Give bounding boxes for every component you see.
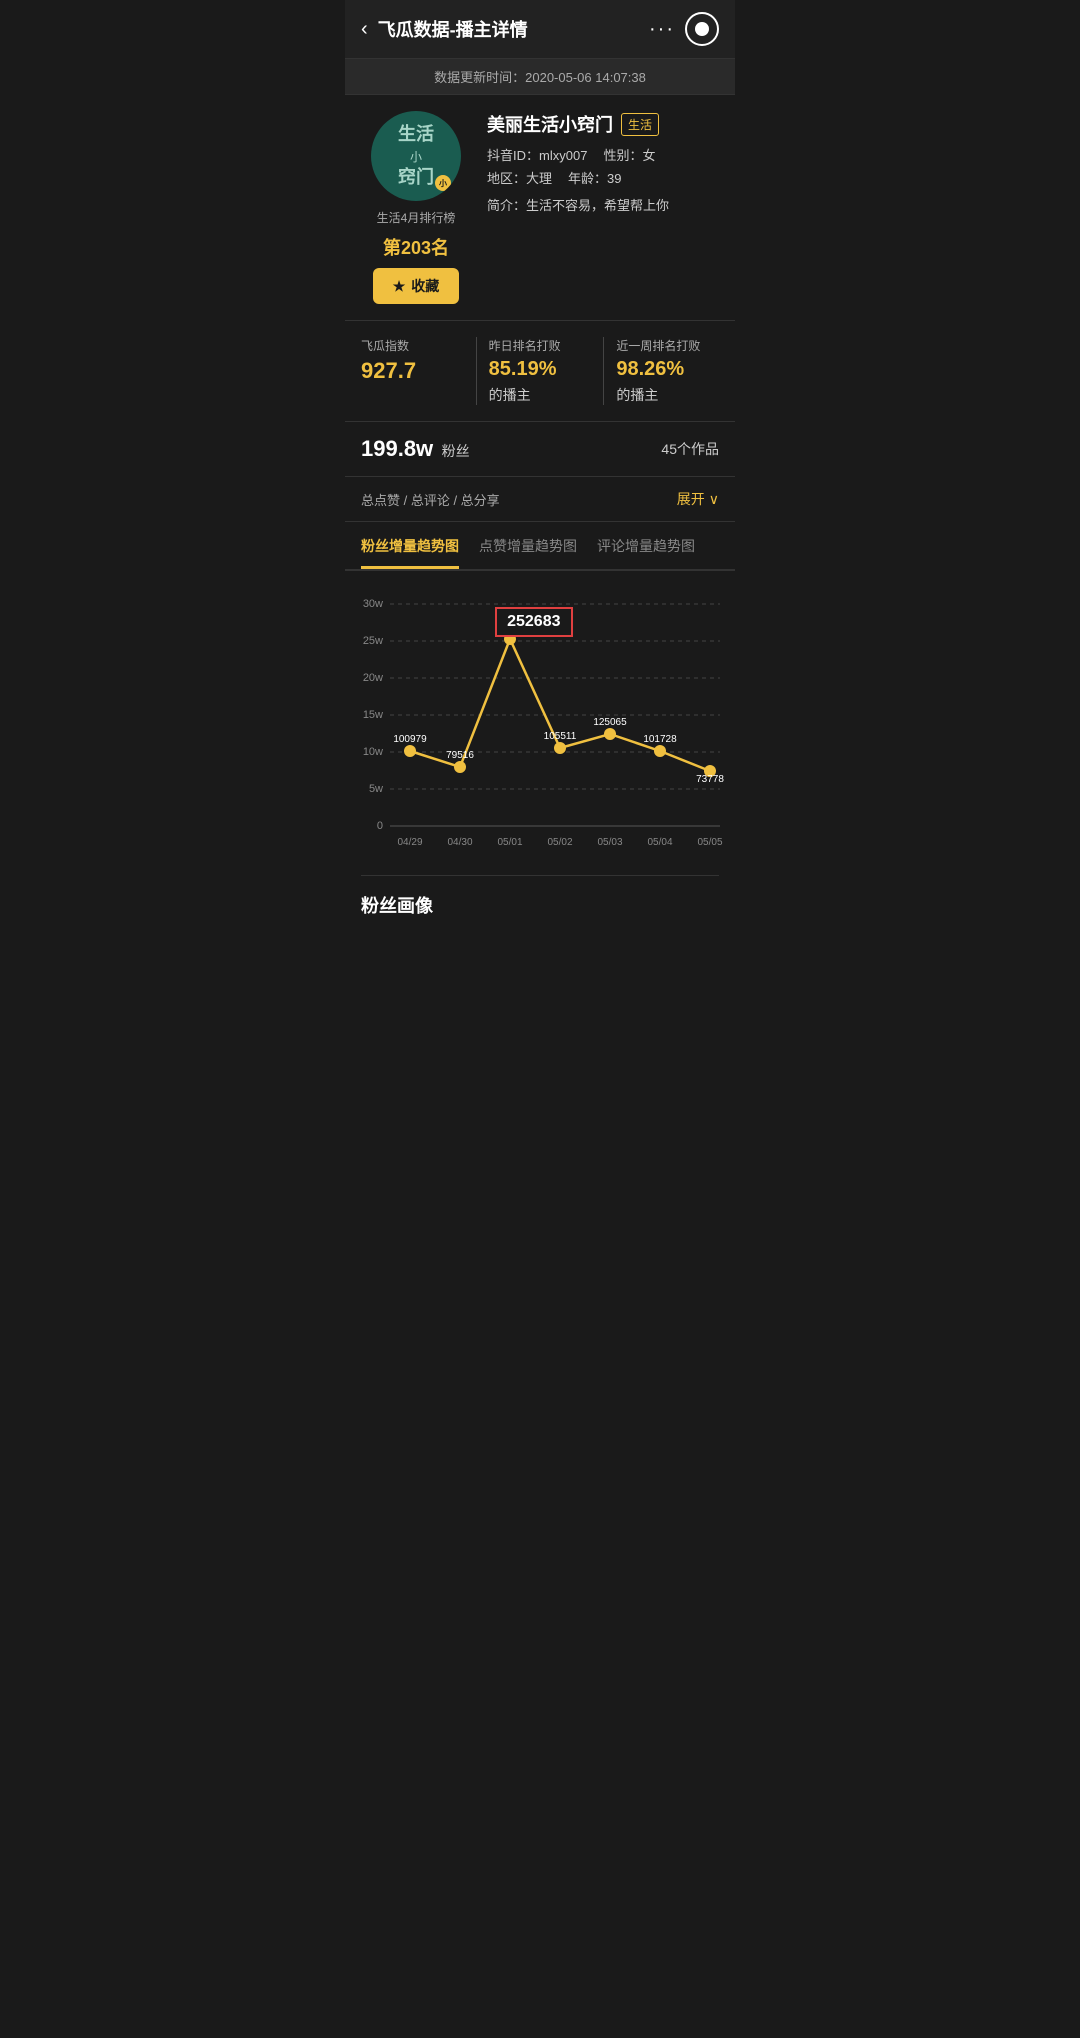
data-point-2 <box>504 633 516 645</box>
svg-text:05/05: 05/05 <box>697 837 722 848</box>
data-point-4 <box>604 728 616 740</box>
rank-number: 第203名 <box>383 234 449 260</box>
feigua-index: 飞瓜指数 927.7 <box>361 337 477 405</box>
rank-label: 生活4月排行榜 <box>377 209 456 226</box>
yesterday-ranking: 昨日排名打败 85.19% 的播主 <box>489 337 605 405</box>
yesterday-value: 85.19% <box>489 358 557 381</box>
star-icon: ★ <box>393 278 406 295</box>
week-ranking: 近一周排名打败 98.26% 的播主 <box>616 337 719 405</box>
line-chart: 252683 30w 25w 20w 15w 10w 5w 0 <box>353 587 727 867</box>
chart-area: 252683 30w 25w 20w 15w 10w 5w 0 <box>345 571 735 875</box>
svg-text:125065: 125065 <box>593 717 627 728</box>
category-tag: 生活 <box>621 113 659 136</box>
stats-row: 飞瓜指数 927.7 昨日排名打败 85.19% 的播主 近一周排名打败 98.… <box>345 321 735 422</box>
profile-section: 生活 小 窍门 小 生活4月排行榜 第203名 ★ 收藏 美丽生活小窍门 生活 … <box>345 95 735 321</box>
yesterday-suffix: 的播主 <box>489 385 531 405</box>
data-point-3 <box>554 742 566 754</box>
header-left: ‹ 飞瓜数据-播主详情 <box>361 16 528 42</box>
collect-button[interactable]: ★ 收藏 <box>373 268 460 304</box>
gender: 性别：女 <box>603 145 655 164</box>
tab-fans-trend[interactable]: 粉丝增量趋势图 <box>361 536 459 569</box>
update-time-text: 数据更新时间：2020-05-06 14:07:38 <box>434 70 646 85</box>
name-row: 美丽生活小窍门 生活 <box>487 111 719 137</box>
svg-text:05/02: 05/02 <box>547 837 572 848</box>
svg-text:05/01: 05/01 <box>497 837 522 848</box>
page-title: 飞瓜数据-播主详情 <box>378 16 528 42</box>
svg-text:100979: 100979 <box>393 734 427 745</box>
profile-right: 美丽生活小窍门 生活 抖音ID：mlxy007 性别：女 地区：大理 年龄：39… <box>487 111 719 304</box>
avatar-dot-icon: 小 <box>439 178 447 189</box>
age: 年龄：39 <box>568 168 621 187</box>
region: 地区：大理 <box>487 168 552 187</box>
tab-likes-trend[interactable]: 点赞增量趋势图 <box>479 536 577 569</box>
app-header: ‹ 飞瓜数据-播主详情 ··· <box>345 0 735 59</box>
feigua-value: 927.7 <box>361 358 464 384</box>
update-time-bar: 数据更新时间：2020-05-06 14:07:38 <box>345 59 735 95</box>
collect-label: 收藏 <box>411 276 439 296</box>
info-row-2: 地区：大理 年龄：39 <box>487 168 719 187</box>
fans-portrait-title: 粉丝画像 <box>345 876 735 926</box>
week-suffix: 的播主 <box>616 385 658 405</box>
tab-comments-trend[interactable]: 评论增量趋势图 <box>597 536 695 569</box>
avatar: 生活 小 窍门 小 <box>371 111 461 201</box>
yesterday-label: 昨日排名打败 <box>489 337 592 354</box>
record-button[interactable] <box>685 12 719 46</box>
feigua-label: 飞瓜指数 <box>361 337 464 354</box>
chart-svg: 30w 25w 20w 15w 10w 5w 0 <box>353 587 727 867</box>
info-row-1: 抖音ID：mlxy007 性别：女 <box>487 145 719 164</box>
header-right: ··· <box>649 12 719 46</box>
expand-label: 总点赞 / 总评论 / 总分享 <box>361 490 500 509</box>
fans-count: 199.8w <box>361 436 433 461</box>
avatar-line2: 小 <box>398 148 434 165</box>
week-label: 近一周排名打败 <box>616 337 719 354</box>
chevron-down-icon: ∨ <box>709 491 719 508</box>
data-point-0 <box>404 745 416 757</box>
avatar-line3: 窍门 <box>398 167 434 189</box>
svg-text:05/04: 05/04 <box>647 837 672 848</box>
svg-text:101728: 101728 <box>643 734 677 745</box>
chart-tabs: 粉丝增量趋势图 点赞增量趋势图 评论增量趋势图 <box>345 522 735 571</box>
works-count: 45个作品 <box>661 439 719 459</box>
expand-row: 总点赞 / 总评论 / 总分享 展开 ∨ <box>345 477 735 522</box>
douyin-id: 抖音ID：mlxy007 <box>487 145 587 164</box>
fans-label: 粉丝 <box>442 443 470 459</box>
svg-text:0: 0 <box>377 820 383 832</box>
svg-text:10w: 10w <box>363 746 383 758</box>
fans-row: 199.8w 粉丝 45个作品 <box>345 422 735 477</box>
svg-text:04/29: 04/29 <box>397 837 422 848</box>
more-options-button[interactable]: ··· <box>649 18 675 41</box>
avatar-line1: 生活 <box>398 124 434 146</box>
svg-text:79516: 79516 <box>446 750 474 761</box>
record-icon <box>695 22 709 36</box>
data-point-1 <box>454 761 466 773</box>
expand-button[interactable]: 展开 ∨ <box>677 489 719 509</box>
svg-text:30w: 30w <box>363 598 383 610</box>
svg-text:5w: 5w <box>369 783 383 795</box>
expand-text: 展开 <box>677 489 705 509</box>
svg-text:20w: 20w <box>363 672 383 684</box>
bio: 简介：生活不容易，希望帮上你 <box>487 195 719 214</box>
svg-text:15w: 15w <box>363 709 383 721</box>
svg-text:105511: 105511 <box>544 731 577 742</box>
week-value: 98.26% <box>616 358 684 381</box>
fans-count-container: 199.8w 粉丝 <box>361 436 470 462</box>
svg-text:04/30: 04/30 <box>447 837 472 848</box>
svg-text:05/03: 05/03 <box>597 837 622 848</box>
streamer-name: 美丽生活小窍门 <box>487 111 613 137</box>
data-point-5 <box>654 745 666 757</box>
profile-left: 生活 小 窍门 小 生活4月排行榜 第203名 ★ 收藏 <box>361 111 471 304</box>
back-button[interactable]: ‹ <box>361 18 368 41</box>
svg-text:25w: 25w <box>363 635 383 647</box>
svg-text:73778: 73778 <box>696 774 724 785</box>
